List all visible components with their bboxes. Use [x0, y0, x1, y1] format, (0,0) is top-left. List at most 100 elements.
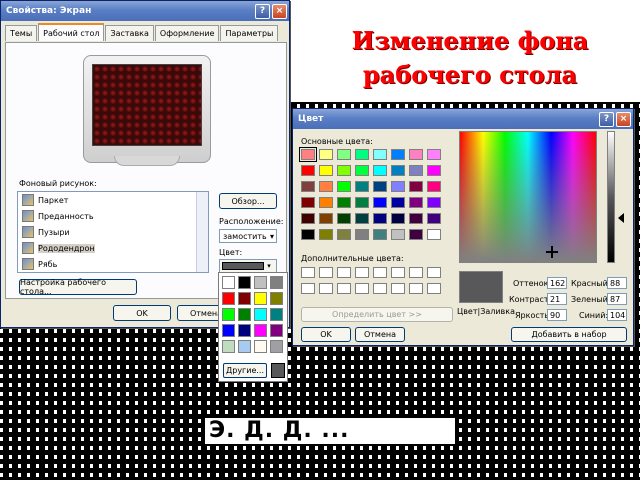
custom-color-swatch[interactable]	[319, 283, 333, 294]
basic-color-swatch[interactable]	[427, 229, 441, 240]
basic-color-swatch[interactable]	[427, 197, 441, 208]
help-button[interactable]: ?	[255, 3, 270, 19]
basic-color-swatch[interactable]	[409, 165, 423, 176]
basic-color-swatch[interactable]	[391, 213, 405, 224]
basic-color-swatch[interactable]	[319, 213, 333, 224]
custom-color-swatch[interactable]	[373, 283, 387, 294]
basic-color-swatch[interactable]	[301, 181, 315, 192]
basic-color-swatch[interactable]	[319, 149, 333, 160]
basic-color-swatch[interactable]	[337, 197, 351, 208]
ok-button[interactable]: OK	[301, 327, 351, 342]
basic-color-swatch[interactable]	[301, 213, 315, 224]
basic-color-swatch[interactable]	[337, 165, 351, 176]
basic-color-swatch[interactable]	[355, 213, 369, 224]
wallpaper-list[interactable]: Паркет Преданность Пузыри Рододендрон Ря…	[17, 191, 209, 273]
color-spectrum[interactable]	[459, 131, 597, 263]
basic-color-swatch[interactable]	[427, 165, 441, 176]
browse-button[interactable]: Обзор...	[219, 193, 277, 209]
palette-swatch[interactable]	[254, 324, 267, 337]
basic-color-swatch[interactable]	[337, 229, 351, 240]
palette-swatch[interactable]	[222, 324, 235, 337]
tab-appearance[interactable]: Оформление	[154, 25, 220, 41]
add-to-custom-button[interactable]: Добавить в набор	[511, 327, 627, 342]
basic-color-swatch[interactable]	[391, 181, 405, 192]
basic-color-swatch[interactable]	[319, 165, 333, 176]
basic-color-swatch[interactable]	[355, 197, 369, 208]
basic-color-swatch[interactable]	[373, 197, 387, 208]
list-scrollbar[interactable]	[196, 192, 208, 272]
basic-color-swatch[interactable]	[337, 213, 351, 224]
custom-color-swatch[interactable]	[427, 283, 441, 294]
basic-color-swatch[interactable]	[391, 165, 405, 176]
palette-swatch[interactable]	[238, 276, 251, 289]
close-button[interactable]: ×	[616, 111, 631, 127]
basic-color-swatch[interactable]	[319, 229, 333, 240]
basic-color-swatch[interactable]	[409, 197, 423, 208]
color-dialog-titlebar[interactable]: Цвет ? ×	[293, 109, 633, 129]
custom-color-swatch[interactable]	[409, 267, 423, 278]
list-item[interactable]: Пузыри	[18, 224, 208, 240]
basic-color-swatch[interactable]	[337, 149, 351, 160]
basic-color-swatch[interactable]	[373, 149, 387, 160]
tab-screensaver[interactable]: Заставка	[105, 25, 154, 41]
custom-color-swatch[interactable]	[319, 267, 333, 278]
custom-color-swatch[interactable]	[391, 283, 405, 294]
help-button[interactable]: ?	[599, 111, 614, 127]
palette-swatch[interactable]	[270, 324, 283, 337]
basic-color-swatch[interactable]	[301, 229, 315, 240]
basic-color-swatch[interactable]	[319, 197, 333, 208]
close-button[interactable]: ×	[272, 3, 287, 19]
basic-color-swatch[interactable]	[355, 229, 369, 240]
palette-swatch[interactable]	[238, 340, 251, 353]
palette-swatch[interactable]	[270, 340, 283, 353]
lum-input[interactable]: 90	[547, 309, 567, 321]
sat-input[interactable]: 21	[547, 293, 567, 305]
custom-color-swatch[interactable]	[301, 283, 315, 294]
palette-swatch[interactable]	[222, 340, 235, 353]
palette-swatch[interactable]	[222, 308, 235, 321]
palette-swatch[interactable]	[238, 292, 251, 305]
green-input[interactable]: 87	[607, 293, 627, 305]
palette-swatch[interactable]	[238, 308, 251, 321]
basic-color-swatch[interactable]	[391, 197, 405, 208]
list-item[interactable]: Рябь	[18, 256, 208, 272]
custom-color-swatch[interactable]	[373, 267, 387, 278]
basic-color-swatch[interactable]	[427, 149, 441, 160]
define-color-button[interactable]: Определить цвет >>	[301, 307, 453, 322]
luminance-arrow-icon[interactable]	[618, 213, 624, 223]
custom-color-swatch[interactable]	[427, 267, 441, 278]
custom-color-swatch[interactable]	[301, 267, 315, 278]
display-properties-titlebar[interactable]: Свойства: Экран ? ×	[1, 1, 289, 21]
palette-swatch[interactable]	[270, 308, 283, 321]
basic-color-swatch[interactable]	[373, 229, 387, 240]
basic-color-swatch[interactable]	[409, 149, 423, 160]
basic-color-swatch[interactable]	[337, 181, 351, 192]
basic-color-swatch[interactable]	[409, 181, 423, 192]
luminance-bar[interactable]	[607, 131, 615, 263]
palette-swatch[interactable]	[254, 308, 267, 321]
custom-color-swatch[interactable]	[409, 283, 423, 294]
basic-color-swatch[interactable]	[319, 181, 333, 192]
list-item-selected[interactable]: Рододендрон	[18, 240, 208, 256]
basic-color-swatch[interactable]	[391, 229, 405, 240]
position-select[interactable]: замостить ▾	[219, 229, 277, 243]
basic-color-swatch[interactable]	[301, 165, 315, 176]
basic-color-swatch[interactable]	[355, 181, 369, 192]
other-colors-button[interactable]: Другие...	[223, 363, 267, 378]
basic-color-swatch[interactable]	[373, 213, 387, 224]
basic-color-swatch[interactable]	[409, 229, 423, 240]
basic-color-swatch[interactable]	[409, 213, 423, 224]
basic-color-swatch[interactable]	[427, 213, 441, 224]
basic-color-swatch[interactable]	[299, 147, 317, 162]
tab-settings[interactable]: Параметры	[220, 25, 279, 41]
basic-color-swatch[interactable]	[391, 149, 405, 160]
palette-swatch[interactable]	[254, 276, 267, 289]
tab-themes[interactable]: Темы	[5, 25, 38, 41]
red-input[interactable]: 88	[607, 277, 627, 289]
palette-swatch[interactable]	[238, 324, 251, 337]
custom-color-swatch[interactable]	[391, 267, 405, 278]
basic-color-swatch[interactable]	[373, 165, 387, 176]
cancel-button[interactable]: Отмена	[355, 327, 405, 342]
basic-color-swatch[interactable]	[301, 197, 315, 208]
blue-input[interactable]: 104	[607, 309, 627, 321]
